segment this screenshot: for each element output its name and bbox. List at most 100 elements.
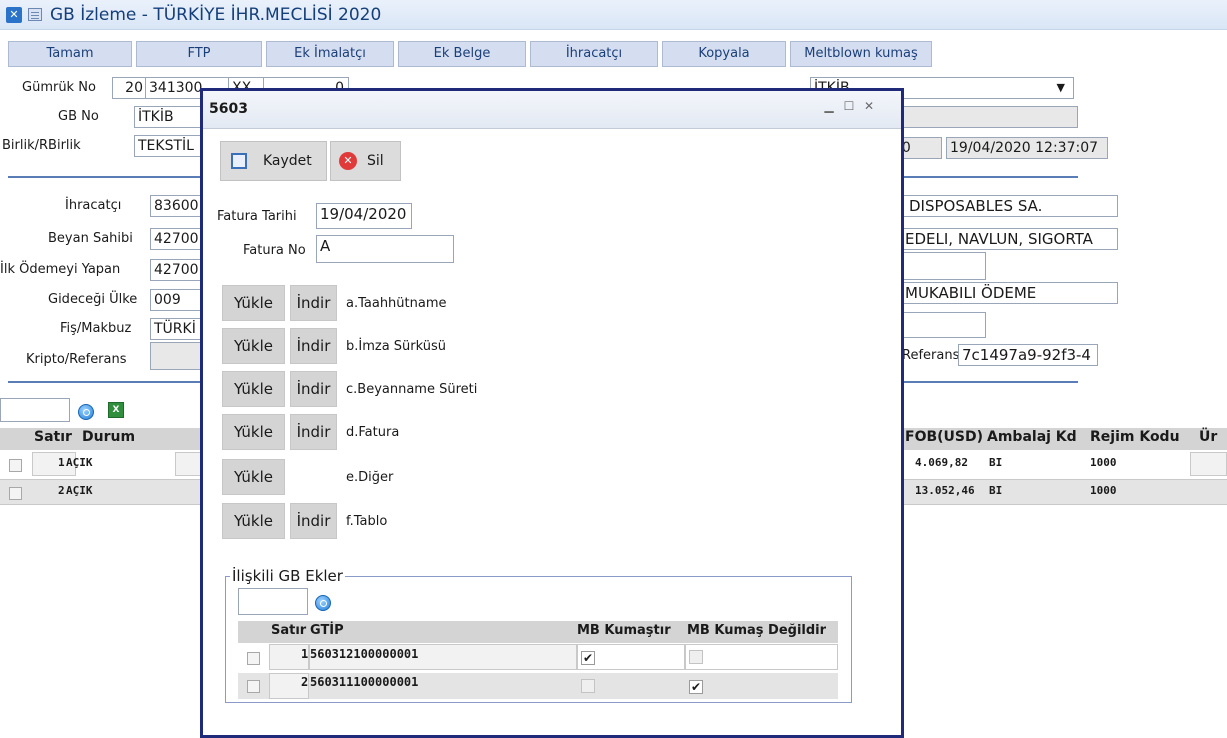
related-search-input[interactable] [238,588,308,615]
save-label: Kaydet [263,153,312,169]
grid-row-rejim: 1000 [1090,456,1117,469]
upload-button-beyanname[interactable]: Yükle [222,371,285,407]
delete-icon: ✕ [339,152,357,170]
referans-label: Referans [902,348,960,363]
search-icon[interactable] [315,595,331,611]
grid-row-durum: AÇIK [66,456,93,469]
right-blank-field-b[interactable] [900,312,986,338]
grid-col-satir[interactable]: Satır [34,429,72,445]
table-row-cell [1190,452,1227,476]
related-col-mb-degil[interactable]: MB Kumaş Değildir [687,623,826,638]
ek-imalatci-button[interactable]: Ek İmalatçı [266,41,394,67]
beyan-sahibi-label: Beyan Sahibi [48,231,133,246]
gumruk-no-field-a[interactable]: 20 [112,77,146,99]
related-row-satir: 2 [301,675,309,689]
grid-row-fob: 13.052,46 [915,484,975,497]
minimize-icon[interactable]: ▁ [822,99,836,113]
mb-kumas-checkbox[interactable]: ✔ [581,651,595,665]
grid-row-satir: 1 [58,456,65,469]
related-row-checkbox[interactable] [247,680,260,693]
grid-row-ambalaj: BI [989,484,1003,497]
close-icon[interactable]: ✕ [6,7,22,23]
fatura-no-field[interactable]: A [316,235,454,263]
grid-row-checkbox[interactable] [9,487,22,500]
doc-label-imza: b.İmza Sürküsü [346,339,447,354]
upload-button-tablo[interactable]: Yükle [222,503,285,539]
related-row-gtip: 560312100000001 [310,647,419,661]
related-row-satir: 1 [301,647,309,661]
fatura-no-label: Fatura No [243,243,306,258]
table-row-cell [685,644,838,670]
document-dialog: 5603 ▁ ☐ ✕ Kaydet ✕ Sil Fatura Tarihi 19… [200,88,904,738]
grid-col-fob[interactable]: FOB(USD) [905,429,983,445]
doc-label-tablo: f.Tablo [346,514,388,529]
referans-field[interactable]: 7c1497a9-92f3-4 [958,344,1098,366]
upload-button-taahhutname[interactable]: Yükle [222,285,285,321]
download-button-taahhutname[interactable]: İndir [290,285,337,321]
chevron-down-icon[interactable]: ▼ [1057,78,1065,98]
birlik-label: Birlik/RBirlik [2,138,81,153]
right-blank-field-a[interactable] [900,252,986,280]
ek-belge-button[interactable]: Ek Belge [398,41,526,67]
meltblown-button[interactable]: Meltblown kumaş [790,41,932,67]
upload-button-fatura[interactable]: Yükle [222,414,285,450]
tamam-button[interactable]: Tamam [8,41,132,67]
mb-degil-checkbox[interactable]: ✔ [689,680,703,694]
grid-col-ur[interactable]: Ür [1199,429,1217,445]
payment-field[interactable]: MUKABILI ÖDEME [900,282,1118,304]
ihracatci-button[interactable]: İhracatçı [530,41,658,67]
delete-label: Sil [367,153,384,169]
doc-label-beyanname: c.Beyanname Süreti [346,382,478,397]
grid-row-fob: 4.069,82 [915,456,968,469]
grid-search-input[interactable] [0,398,70,422]
upload-button-diger[interactable]: Yükle [222,459,285,495]
upload-button-imza[interactable]: Yükle [222,328,285,364]
fis-makbuz-label: Fiş/Makbuz [60,321,132,336]
gb-no-label: GB No [58,109,99,124]
fatura-tarihi-label: Fatura Tarihi [217,209,297,224]
fatura-tarihi-field[interactable]: 19/04/2020 [316,203,412,229]
grid-col-durum[interactable]: Durum [82,429,135,445]
gidecegi-ulke-label: Gideceği Ülke [48,292,138,307]
download-button-tablo[interactable]: İndir [290,503,337,539]
grid-col-ambalaj[interactable]: Ambalaj Kd [987,429,1077,445]
maximize-icon[interactable]: ☐ [842,99,856,113]
related-col-gtip[interactable]: GTİP [310,623,344,638]
delete-button[interactable]: ✕ Sil [330,141,401,181]
download-button-fatura[interactable]: İndir [290,414,337,450]
company-field[interactable]: DISPOSABLES SA. [900,195,1118,217]
dialog-title: 5603 [209,101,248,117]
mb-degil-checkbox[interactable] [689,650,703,664]
ihracatci-label: İhracatçı [65,198,122,213]
doc-label-taahhutname: a.Taahhütname [346,296,447,311]
grid-row-ambalaj: BI [989,456,1003,469]
related-row-gtip: 560311100000001 [310,675,419,689]
grid-row-satir: 2 [58,484,65,497]
excel-icon[interactable]: X [108,402,124,418]
ilk-odeme-label: İlk Ödemeyi Yapan [0,262,121,277]
grid-row-checkbox[interactable] [9,459,22,472]
mb-kumas-checkbox[interactable] [581,679,595,693]
grid-col-rejim[interactable]: Rejim Kodu [1090,429,1180,445]
related-col-mb-kumas[interactable]: MB Kumaştır [577,623,671,638]
terms-field[interactable]: EDELI, NAVLUN, SIGORTA [900,228,1118,250]
doc-label-diger: e.Diğer [346,470,394,485]
gumruk-no-label: Gümrük No [22,80,96,95]
kopyala-button[interactable]: Kopyala [662,41,786,67]
ftp-button[interactable]: FTP [136,41,262,67]
kripto-label: Kripto/Referans [26,352,127,367]
save-button[interactable]: Kaydet [220,141,327,181]
right-field-date: 19/04/2020 12:37:07 [946,137,1108,159]
related-col-satir[interactable]: Satır [271,623,306,638]
save-icon [231,153,247,169]
download-button-imza[interactable]: İndir [290,328,337,364]
download-button-beyanname[interactable]: İndir [290,371,337,407]
right-gray-field [880,106,1078,128]
close-icon[interactable]: ✕ [862,99,876,113]
grid-row-durum: AÇIK [66,484,93,497]
search-icon[interactable] [78,404,94,420]
dialog-titlebar: 5603 ▁ ☐ ✕ [203,91,901,129]
doc-label-fatura: d.Fatura [346,425,400,440]
related-row-checkbox[interactable] [247,652,260,665]
window-title: GB İzleme - TÜRKİYE İHR.MECLİSİ 2020 [50,5,382,25]
